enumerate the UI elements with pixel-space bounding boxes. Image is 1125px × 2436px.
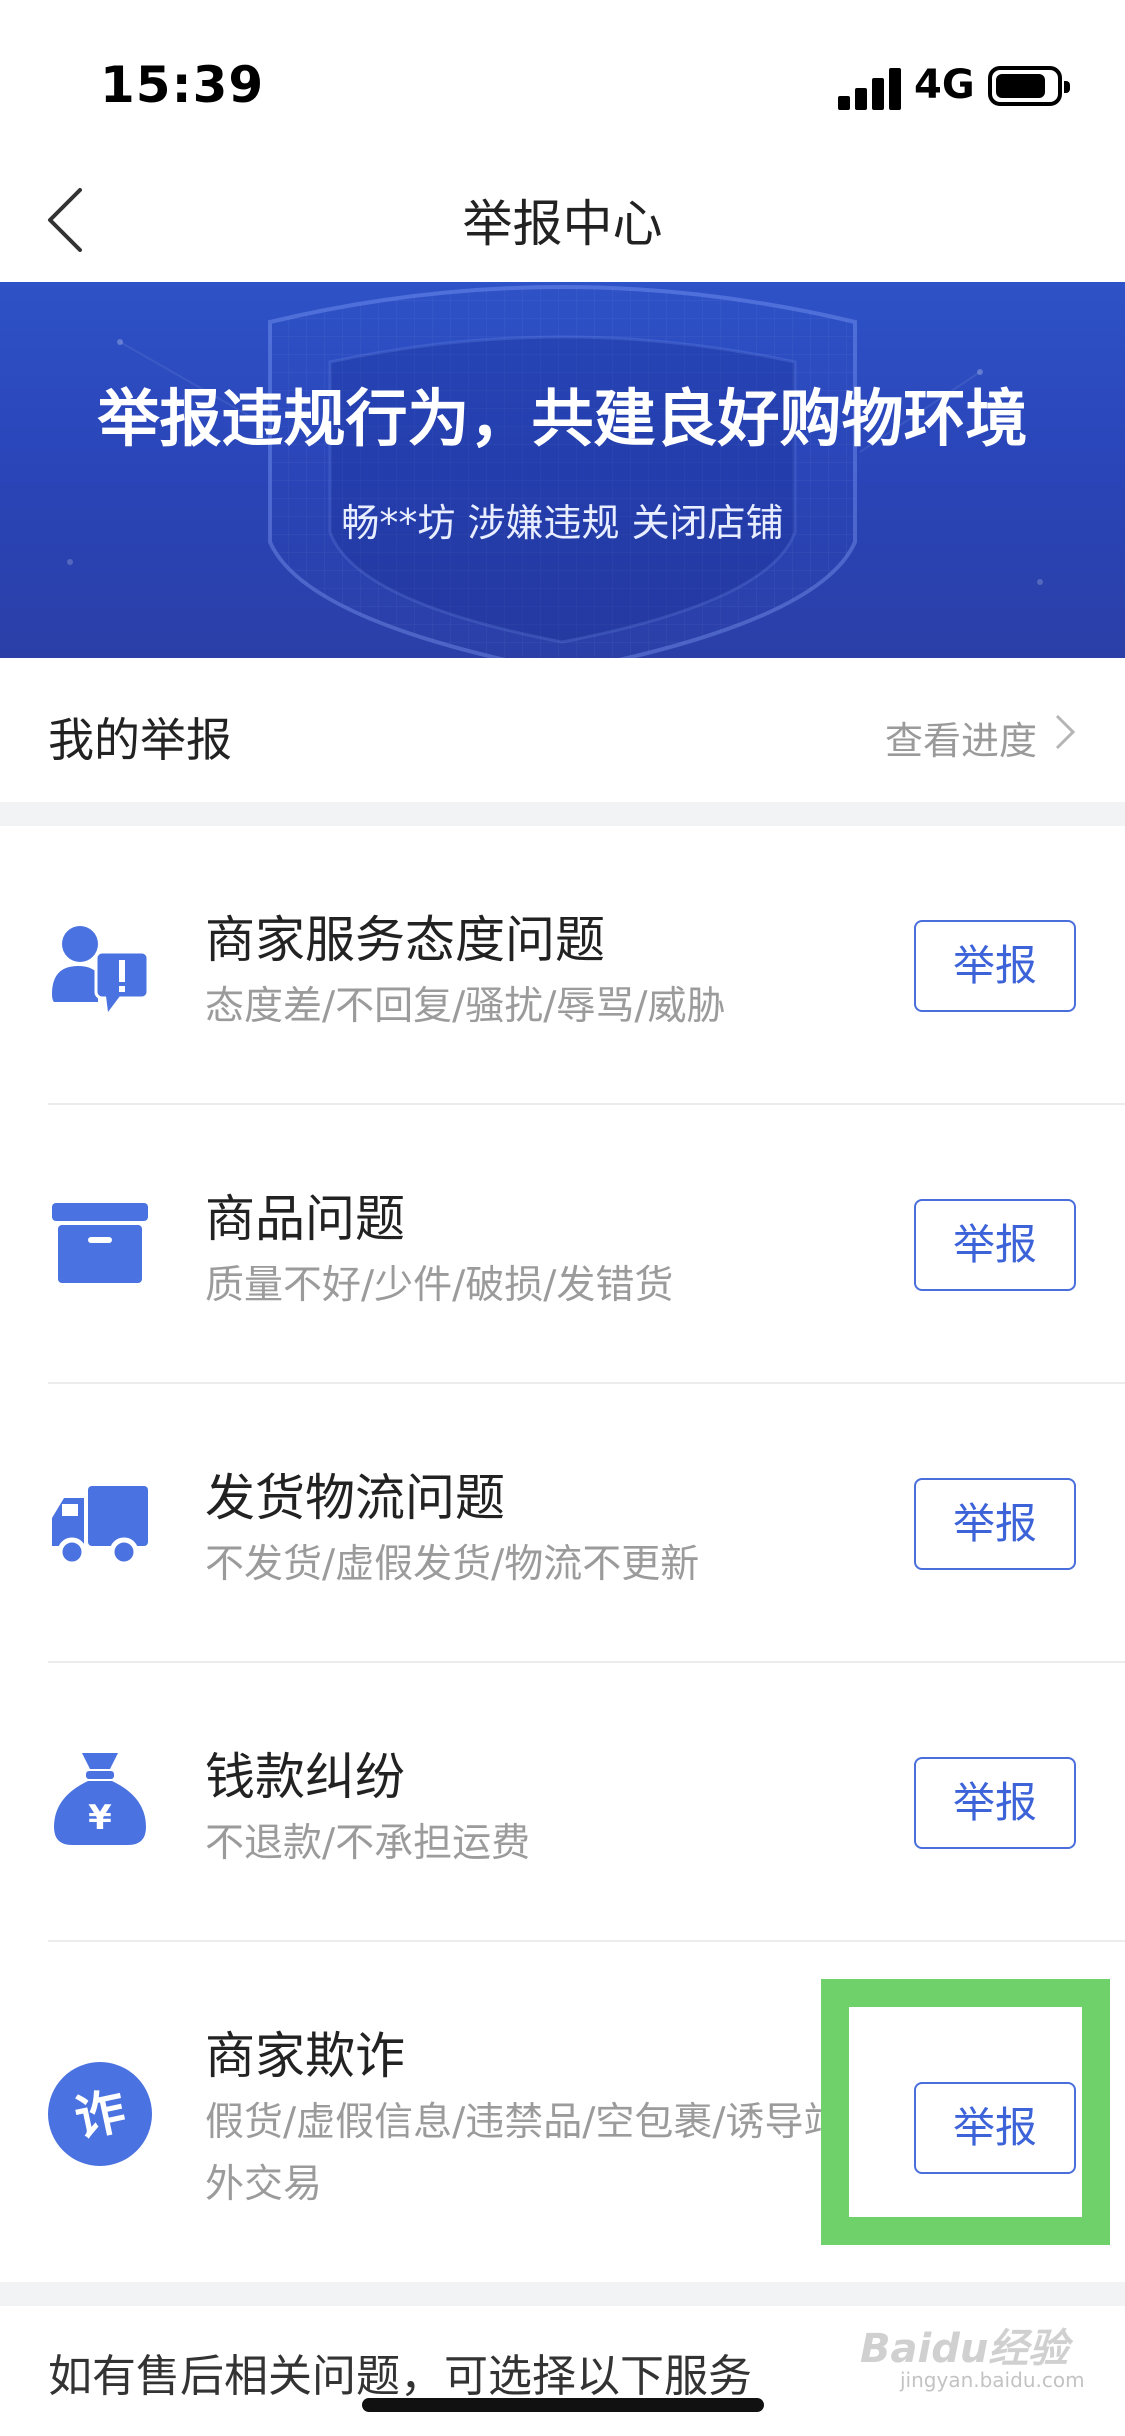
nav-bar: 举报中心 (0, 160, 1125, 282)
package-box-icon (52, 1203, 148, 1283)
category-description: 假货/虚假信息/违禁品/空包裹/诱导站外交易 (205, 2100, 843, 2207)
list-item: 商品问题 质量不好/少件/破损/发错货 举报 (0, 1105, 1125, 1384)
category-description: 不发货/虚假发货/物流不更新 (205, 1542, 700, 1587)
my-reports-label: 我的举报 (48, 713, 232, 767)
category-title: 商家欺诈 (205, 2027, 405, 2085)
category-title: 发货物流问题 (205, 1469, 505, 1527)
list-item: ¥ 钱款纠纷 不退款/不承担运费 举报 (0, 1663, 1125, 1942)
home-indicator[interactable] (362, 2398, 764, 2412)
customer-service-alert-icon (52, 926, 150, 1012)
shield-background-icon (67, 285, 1043, 658)
watermark-logo: Baidu经验 (860, 2326, 1069, 2372)
watermark-url: jingyan.baidu.com (900, 2368, 1085, 2392)
money-bag-icon: ¥ (54, 1753, 146, 1845)
report-button[interactable]: 举报 (914, 1757, 1076, 1849)
delivery-truck-icon (52, 1486, 148, 1567)
view-progress-link[interactable]: 查看进度 (885, 710, 1037, 765)
chevron-right-icon (1055, 714, 1076, 750)
category-description: 质量不好/少件/破损/发错货 (205, 1263, 674, 1308)
my-reports-row[interactable]: 我的举报 查看进度 (0, 658, 1125, 802)
hero-banner: 举报违规行为，共建良好购物环境 畅**坊 涉嫌违规 关闭店铺 (0, 282, 1125, 658)
category-title: 商品问题 (205, 1190, 405, 1248)
network-type: 4G (914, 62, 975, 108)
category-description: 不退款/不承担运费 (205, 1821, 531, 1866)
footer-hint: 如有售后相关问题，可选择以下服务 (48, 2351, 752, 2402)
svg-text:¥: ¥ (88, 1798, 112, 1838)
status-bar: 15:39 4G (0, 0, 1125, 160)
fraud-badge-icon: 诈 (48, 2062, 152, 2166)
status-time: 15:39 (100, 56, 265, 114)
battery-level (996, 74, 1046, 98)
category-title: 商家服务态度问题 (205, 911, 605, 969)
page-title: 举报中心 (462, 195, 663, 253)
banner-subtitle: 畅**坊 涉嫌违规 关闭店铺 (341, 501, 784, 545)
highlight-frame (821, 1979, 1110, 2245)
list-item: 商家服务态度问题 态度差/不回复/骚扰/辱骂/威胁 举报 (0, 826, 1125, 1105)
report-button[interactable]: 举报 (914, 920, 1076, 1012)
report-button[interactable]: 举报 (914, 1478, 1076, 1570)
category-description: 态度差/不回复/骚扰/辱骂/威胁 (205, 984, 726, 1029)
report-button[interactable]: 举报 (914, 1199, 1076, 1291)
battery-icon (988, 66, 1070, 106)
category-title: 钱款纠纷 (205, 1748, 405, 1806)
banner-title: 举报违规行为，共建良好购物环境 (97, 382, 1028, 455)
signal-icon (838, 66, 902, 110)
list-item: 发货物流问题 不发货/虚假发货/物流不更新 举报 (0, 1384, 1125, 1663)
